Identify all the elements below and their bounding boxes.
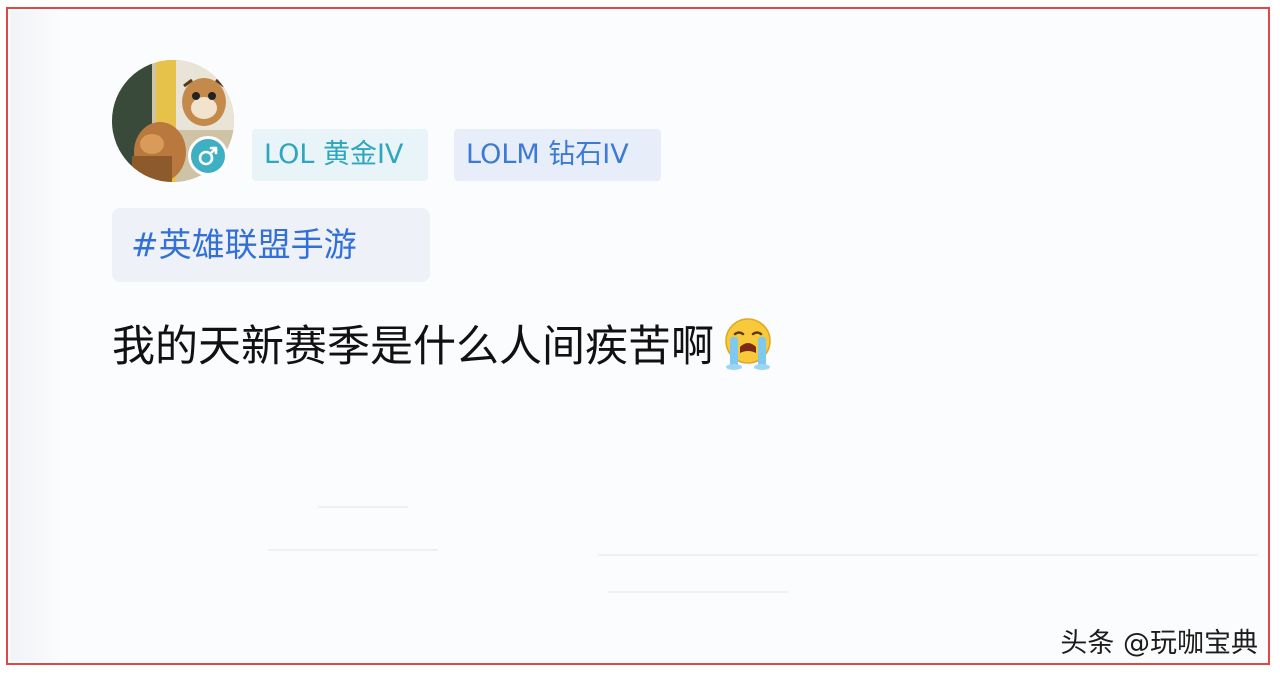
- left-edge-shade: [10, 11, 62, 661]
- user-avatar[interactable]: [112, 60, 234, 182]
- male-symbol-icon: [188, 136, 228, 176]
- post-content: 我的天新赛季是什么人间疾苦啊: [112, 308, 778, 378]
- background-divider: [268, 549, 438, 551]
- post-text: 我的天新赛季是什么人间疾苦啊: [112, 322, 714, 372]
- tag-lol-rank[interactable]: LOL 黄金IV: [252, 129, 428, 181]
- tag-lolm-rank[interactable]: LOLM 钻石IV: [454, 129, 661, 181]
- background-divider: [598, 554, 1258, 556]
- background-divider: [318, 506, 408, 508]
- crying-face-emoji-icon: [725, 318, 771, 370]
- background-divider: [608, 591, 788, 593]
- topic-hashtag[interactable]: #英雄联盟手游: [112, 208, 430, 282]
- watermark: 头条 @玩咖宝典: [1060, 628, 1258, 659]
